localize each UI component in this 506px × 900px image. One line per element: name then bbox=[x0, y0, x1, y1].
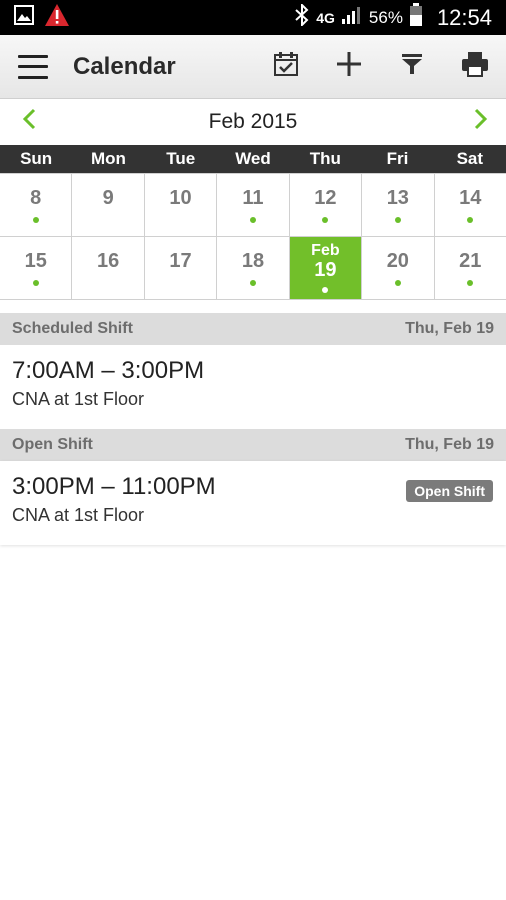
day-number: 13 bbox=[386, 187, 409, 209]
chevron-right-icon bbox=[474, 108, 488, 135]
filter-icon bbox=[400, 52, 424, 81]
day-cell[interactable]: 17 bbox=[144, 237, 218, 299]
battery-percent: 56% bbox=[368, 7, 403, 27]
weekday-label: Tue bbox=[166, 149, 196, 168]
app-title: Calendar bbox=[73, 52, 176, 80]
day-number: 18 bbox=[241, 250, 265, 272]
shift-card-scheduled[interactable]: 7:00AM – 3:00PM CNA at 1st Floor bbox=[0, 345, 506, 429]
weekday-label: Fri bbox=[386, 149, 409, 168]
print-icon bbox=[461, 51, 489, 82]
day-number: 20 bbox=[386, 250, 409, 272]
section-title: Open Shift bbox=[12, 436, 93, 453]
selected-month-label: Feb bbox=[311, 242, 340, 259]
calendar-check-button[interactable] bbox=[254, 35, 317, 99]
section-date: Thu, Feb 19 bbox=[405, 320, 494, 337]
day-number: 12 bbox=[314, 187, 337, 209]
day-cell[interactable]: 11 bbox=[217, 174, 290, 236]
weekday-label: Thu bbox=[309, 149, 341, 168]
day-cell[interactable]: 10 bbox=[144, 174, 218, 236]
day-cell[interactable]: 15 bbox=[0, 237, 73, 299]
day-cell-selected[interactable]: Feb 19 bbox=[289, 237, 363, 299]
day-cell[interactable]: 14 bbox=[434, 174, 506, 236]
shift-location: CNA at 1st Floor bbox=[12, 505, 145, 525]
event-dot bbox=[467, 217, 474, 223]
lte-icon: 4G bbox=[316, 9, 335, 26]
open-shift-badge: Open Shift bbox=[406, 480, 493, 502]
day-number: 17 bbox=[169, 250, 192, 272]
battery-icon bbox=[409, 3, 423, 32]
event-dot bbox=[249, 280, 256, 286]
calendar-check-icon bbox=[273, 51, 299, 82]
add-button[interactable] bbox=[317, 35, 380, 99]
status-time: 12:54 bbox=[436, 4, 492, 30]
event-dot bbox=[32, 280, 39, 286]
prev-month-button[interactable] bbox=[14, 106, 44, 136]
day-cell[interactable]: 12 bbox=[289, 174, 363, 236]
section-header-open: Open Shift Thu, Feb 19 bbox=[0, 429, 506, 461]
day-number: 11 bbox=[242, 187, 264, 209]
warning-icon bbox=[44, 3, 70, 32]
bluetooth-icon bbox=[294, 2, 310, 31]
shift-card-open[interactable]: 3:00PM – 11:00PM CNA at 1st Floor Open S… bbox=[0, 461, 506, 545]
week-row: 15 16 17 18 Feb 19 20 21 bbox=[0, 237, 506, 300]
event-dot bbox=[322, 287, 329, 293]
event-dot bbox=[394, 280, 401, 286]
event-dot bbox=[394, 217, 401, 223]
image-icon bbox=[14, 5, 34, 30]
day-cell[interactable]: 13 bbox=[362, 174, 435, 236]
day-cell[interactable]: 8 bbox=[0, 174, 73, 236]
day-number: 9 bbox=[102, 187, 114, 209]
weekday-label: Mon bbox=[90, 149, 126, 168]
day-cell[interactable]: 18 bbox=[217, 237, 290, 299]
app-bar: Calendar bbox=[0, 35, 506, 99]
status-bar: 4G 56% 12:54 bbox=[0, 0, 506, 35]
shift-time: 7:00AM – 3:00PM bbox=[12, 357, 205, 384]
filter-button[interactable] bbox=[380, 35, 443, 99]
day-number: 8 bbox=[30, 187, 42, 209]
day-cell[interactable]: 16 bbox=[72, 237, 145, 299]
section-date: Thu, Feb 19 bbox=[405, 436, 494, 453]
day-cell[interactable]: 20 bbox=[362, 237, 435, 299]
weekday-label: Wed bbox=[235, 149, 271, 168]
menu-icon[interactable] bbox=[18, 54, 48, 79]
weekday-label: Sun bbox=[20, 149, 53, 168]
event-dot bbox=[467, 280, 474, 286]
day-number: 21 bbox=[459, 250, 482, 272]
day-cell[interactable]: 9 bbox=[72, 174, 145, 236]
signal-icon bbox=[341, 5, 363, 30]
section-header-scheduled: Scheduled Shift Thu, Feb 19 bbox=[0, 313, 506, 345]
calendar-grid: 8 9 10 11 12 13 14 15 16 17 18 Feb 19 20 … bbox=[0, 173, 506, 300]
month-label: Feb 2015 bbox=[208, 110, 298, 133]
event-dot bbox=[32, 217, 39, 223]
next-month-button[interactable] bbox=[466, 106, 496, 136]
month-navigation: Feb 2015 bbox=[0, 99, 506, 145]
day-number: 10 bbox=[169, 187, 192, 209]
day-number: 15 bbox=[24, 250, 47, 272]
day-number: 14 bbox=[459, 187, 482, 209]
day-number: 16 bbox=[97, 250, 120, 272]
weekday-label: Sat bbox=[456, 149, 484, 168]
day-number: 19 bbox=[314, 259, 337, 281]
event-dot bbox=[322, 217, 329, 223]
day-cell[interactable]: 21 bbox=[434, 237, 506, 299]
event-dot bbox=[249, 217, 256, 223]
print-button[interactable] bbox=[443, 35, 506, 99]
chevron-left-icon bbox=[22, 108, 36, 135]
weekday-header: Sun Mon Tue Wed Thu Fri Sat bbox=[0, 145, 506, 173]
shift-location: CNA at 1st Floor bbox=[12, 389, 145, 409]
add-icon bbox=[335, 50, 363, 83]
week-row: 8 9 10 11 12 13 14 bbox=[0, 174, 506, 237]
section-title: Scheduled Shift bbox=[12, 320, 133, 337]
